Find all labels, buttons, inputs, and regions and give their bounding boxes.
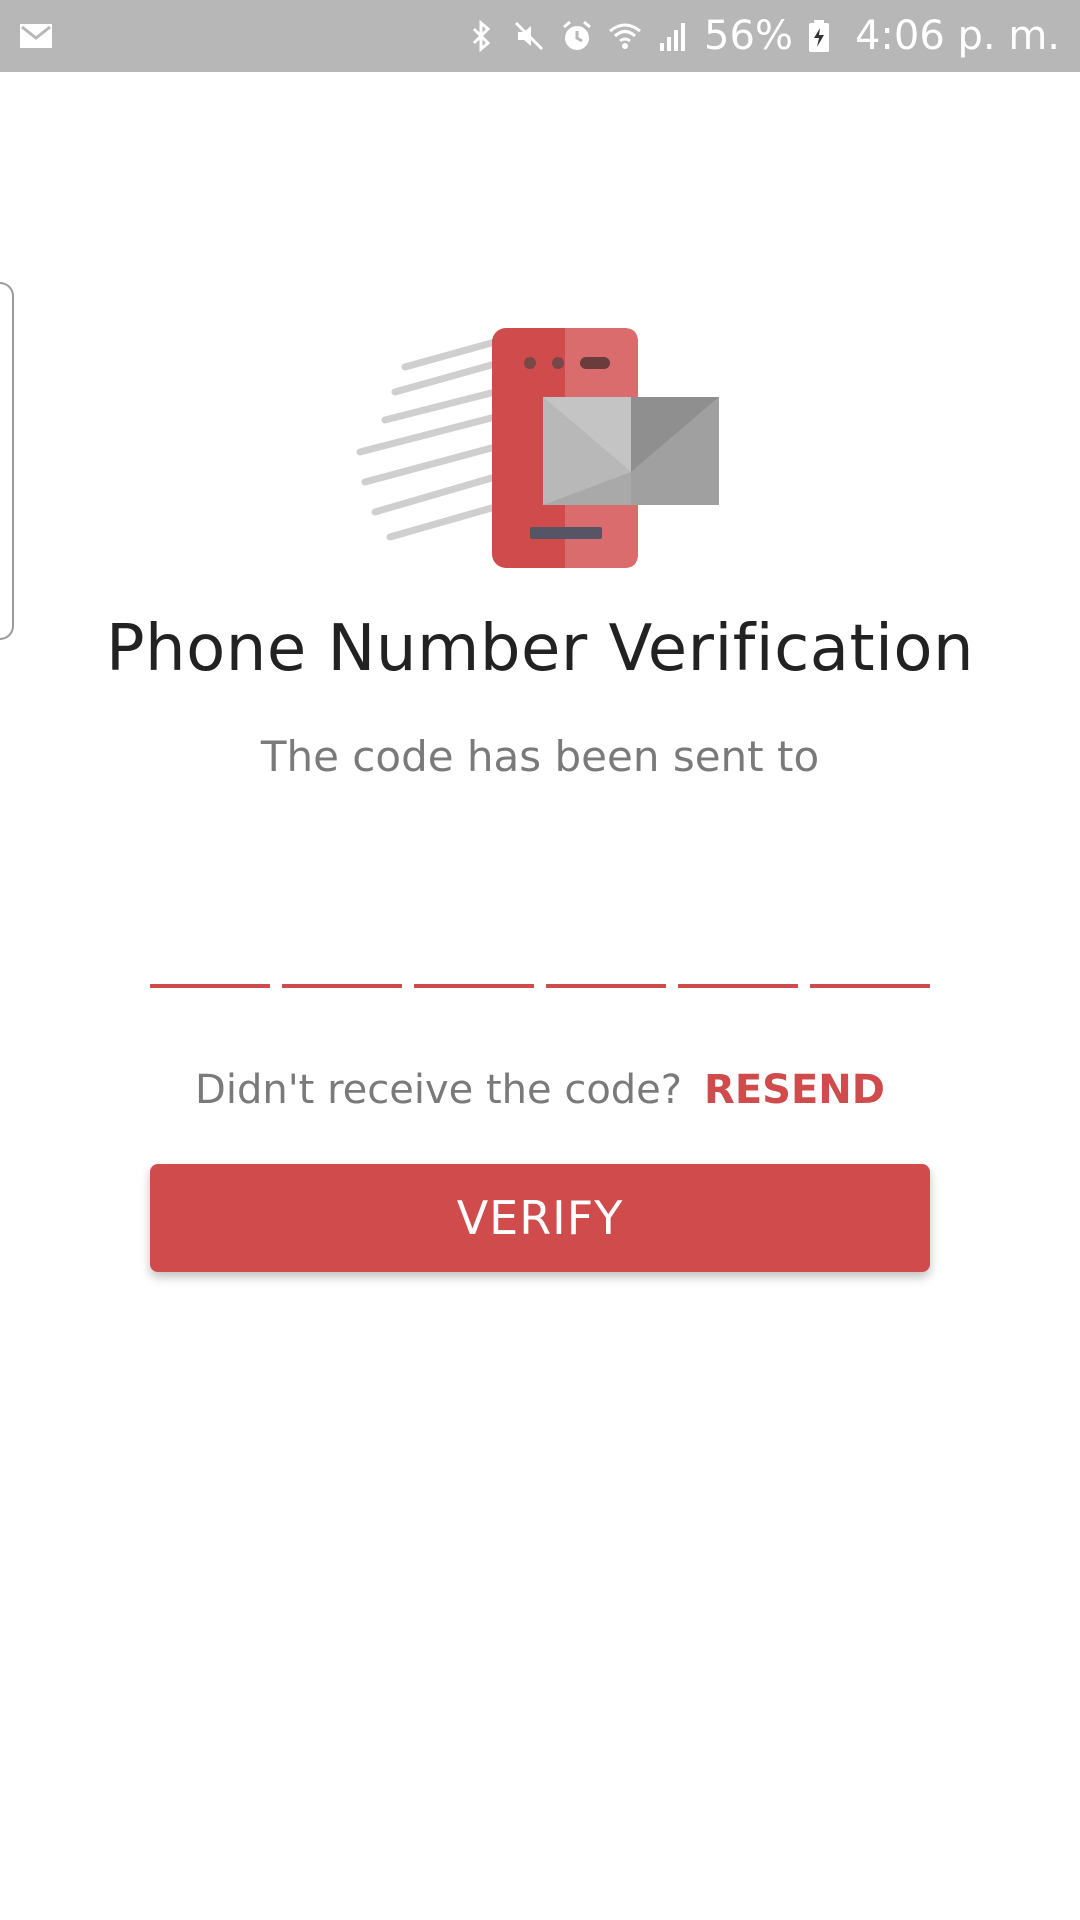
alarm-icon (560, 19, 594, 53)
edge-panel-handle[interactable] (0, 282, 14, 640)
phone-message-illustration (355, 322, 725, 572)
battery-charging-icon (807, 19, 841, 53)
page-title: Phone Number Verification (105, 612, 975, 686)
resend-link[interactable]: RESEND (704, 1067, 885, 1113)
verify-button[interactable]: VERIFY (150, 1164, 930, 1272)
otp-digit-4[interactable] (546, 940, 666, 988)
otp-digit-3[interactable] (414, 940, 534, 988)
wifi-icon (608, 19, 642, 53)
battery-percent: 56% (704, 13, 793, 59)
otp-code-input (150, 940, 930, 988)
mute-icon (512, 19, 546, 53)
otp-digit-2[interactable] (282, 940, 402, 988)
gmail-icon (18, 18, 54, 54)
status-icons: 56% 4:06 p. m. (464, 0, 1060, 72)
resend-row: Didn't receive the code? RESEND (0, 1062, 1080, 1118)
otp-digit-5[interactable] (678, 940, 798, 988)
resend-prompt: Didn't receive the code? (195, 1067, 683, 1113)
page-subtitle: The code has been sent to (260, 732, 820, 781)
status-bar: 56% 4:06 p. m. (0, 0, 1080, 72)
clock: 4:06 p. m. (854, 13, 1060, 59)
otp-digit-1[interactable] (150, 940, 270, 988)
otp-digit-6[interactable] (810, 940, 930, 988)
signal-icon (656, 19, 690, 53)
bluetooth-icon (464, 19, 498, 53)
